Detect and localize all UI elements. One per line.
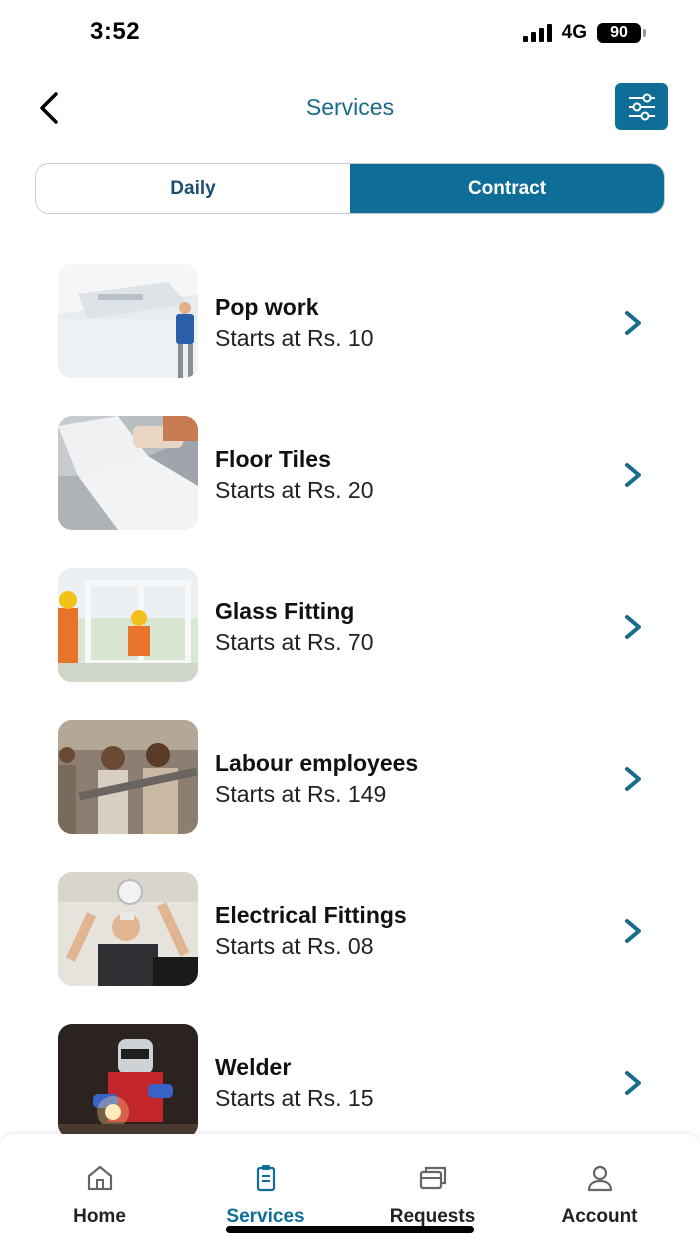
service-name: Welder bbox=[215, 1054, 292, 1080]
nav-home[interactable]: Home bbox=[12, 1134, 187, 1244]
service-name: Glass Fitting bbox=[215, 598, 355, 624]
chevron-right-icon bbox=[625, 919, 641, 943]
clipboard-icon bbox=[256, 1165, 275, 1192]
network-type: 4G bbox=[561, 22, 587, 43]
service-name: Labour employees bbox=[215, 750, 419, 776]
chevron-right-icon bbox=[625, 311, 641, 335]
service-price: Starts at Rs. 149 bbox=[215, 781, 387, 807]
home-icon bbox=[87, 1165, 112, 1191]
chevron-right-icon bbox=[625, 1071, 641, 1095]
tab-contract[interactable]: Contract bbox=[350, 164, 664, 213]
service-name: Electrical Fittings bbox=[215, 902, 407, 928]
service-price: Starts at Rs. 08 bbox=[215, 933, 374, 959]
signal-icon bbox=[522, 24, 552, 42]
page-title: Services bbox=[305, 94, 395, 120]
header: Services bbox=[0, 80, 700, 136]
service-price: Starts at Rs. 15 bbox=[215, 1085, 374, 1111]
cards-icon bbox=[419, 1166, 446, 1190]
service-item-labour-employees[interactable]: Labour employees Starts at Rs. 149 bbox=[0, 720, 700, 872]
chevron-right-icon bbox=[625, 615, 641, 639]
nav-label: Requests bbox=[389, 1206, 476, 1227]
labour-employees-image bbox=[58, 720, 198, 834]
nav-label: Account bbox=[561, 1206, 638, 1227]
electrical-fittings-image bbox=[58, 872, 198, 986]
service-price: Starts at Rs. 70 bbox=[215, 629, 374, 655]
home-indicator bbox=[226, 1226, 474, 1233]
nav-label: Services bbox=[226, 1206, 305, 1227]
nav-label: Home bbox=[73, 1206, 126, 1227]
sliders-icon bbox=[628, 93, 655, 120]
user-icon bbox=[587, 1165, 612, 1192]
service-item-electrical-fittings[interactable]: Electrical Fittings Starts at Rs. 08 bbox=[0, 872, 700, 1024]
status-indicators: 4G 90 bbox=[522, 22, 646, 44]
glass-fitting-image bbox=[58, 568, 198, 682]
pop-work-image bbox=[58, 264, 198, 378]
status-bar: 3:52 4G 90 bbox=[0, 0, 700, 70]
battery-level: 90 bbox=[597, 23, 641, 43]
service-name: Pop work bbox=[215, 294, 319, 320]
floor-tiles-image bbox=[58, 416, 198, 530]
service-item-pop-work[interactable]: Pop work Starts at Rs. 10 bbox=[0, 264, 700, 416]
nav-account[interactable]: Account bbox=[512, 1134, 687, 1244]
battery-icon: 90 bbox=[597, 23, 646, 43]
service-price: Starts at Rs. 10 bbox=[215, 325, 374, 351]
welder-image bbox=[58, 1024, 198, 1138]
service-list: Pop work Starts at Rs. 10 Floor Tiles St… bbox=[0, 264, 700, 1176]
status-time: 3:52 bbox=[90, 18, 141, 45]
service-name: Floor Tiles bbox=[215, 446, 331, 472]
chevron-right-icon bbox=[625, 767, 641, 791]
daily-contract-toggle: Daily Contract bbox=[35, 163, 665, 214]
service-item-floor-tiles[interactable]: Floor Tiles Starts at Rs. 20 bbox=[0, 416, 700, 568]
chevron-right-icon bbox=[625, 463, 641, 487]
tab-daily[interactable]: Daily bbox=[36, 164, 350, 213]
filter-button[interactable] bbox=[615, 83, 668, 130]
service-price: Starts at Rs. 20 bbox=[215, 477, 374, 503]
service-item-glass-fitting[interactable]: Glass Fitting Starts at Rs. 70 bbox=[0, 568, 700, 720]
